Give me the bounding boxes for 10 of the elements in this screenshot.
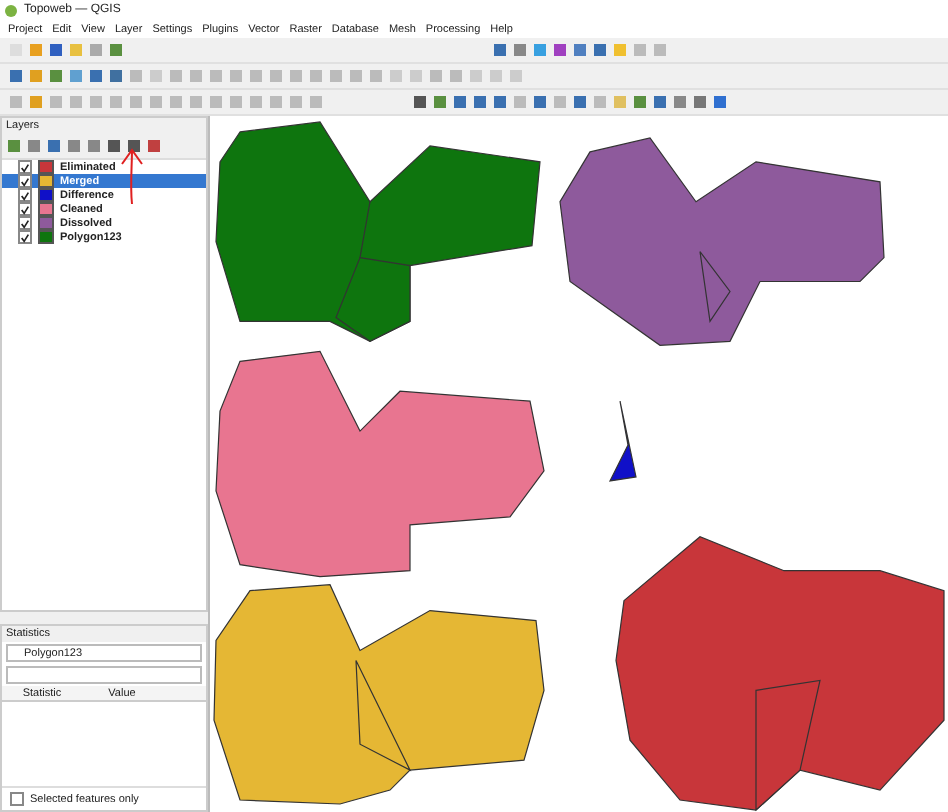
polygon-drawing bbox=[608, 400, 637, 482]
app-icon bbox=[4, 3, 18, 17]
layer-checkbox[interactable] bbox=[18, 174, 32, 188]
layer-checkbox[interactable] bbox=[18, 160, 32, 174]
layer-checkbox[interactable] bbox=[18, 188, 32, 202]
layer-checkbox[interactable] bbox=[18, 202, 32, 216]
field-dropdown[interactable] bbox=[6, 666, 202, 684]
layer-checkbox[interactable] bbox=[18, 230, 32, 244]
layer-checkbox[interactable] bbox=[18, 216, 32, 230]
checkbox[interactable] bbox=[10, 792, 24, 806]
